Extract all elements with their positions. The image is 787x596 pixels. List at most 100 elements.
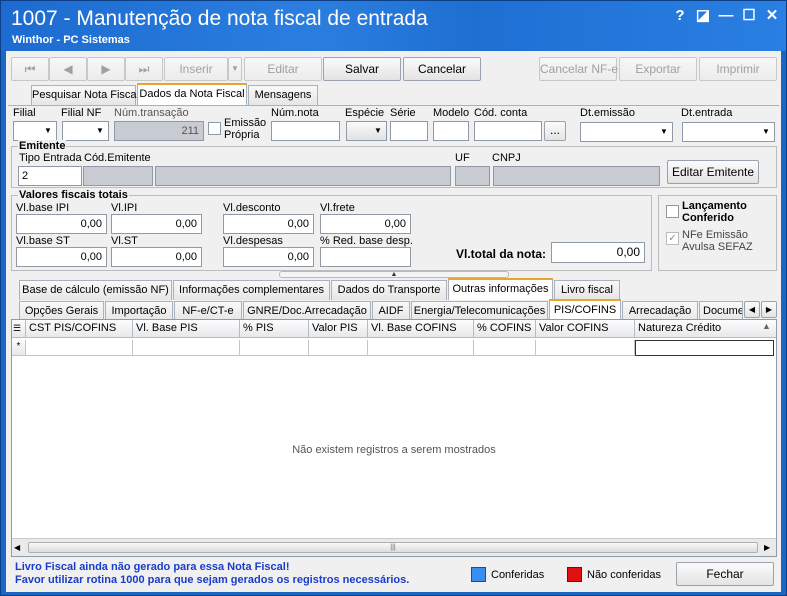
vl-frete-field[interactable]: 0,00	[320, 214, 411, 234]
fechar-button[interactable]: Fechar	[676, 562, 774, 586]
lancamento-conferido-label: Lançamento Conferido	[682, 200, 747, 224]
chevron-down-icon: ▼	[44, 126, 52, 135]
title-bar[interactable]: 1007 - Manutenção de nota fiscal de entr…	[1, 1, 786, 51]
grid-cell[interactable]	[536, 340, 635, 356]
tab-pesquisar-nota-fiscal[interactable]: Pesquisar Nota Fiscal	[31, 85, 139, 105]
vl-base-st-field[interactable]: 0,00	[16, 247, 107, 267]
modelo-label: Modelo	[433, 107, 470, 119]
tab-divider	[8, 105, 779, 106]
especie-combobox[interactable]: ▼	[346, 121, 387, 141]
inserir-button[interactable]: Inserir	[164, 57, 228, 81]
inserir-dropdown-icon[interactable]: ▼	[228, 57, 242, 81]
vl-base-ipi-field[interactable]: 0,00	[16, 214, 107, 234]
column-header[interactable]: Vl. Base COFINS	[368, 320, 474, 338]
num-nota-field[interactable]	[271, 121, 340, 141]
red-base-desp-field[interactable]	[320, 247, 411, 267]
emissao-propria-label: Emissão Própria	[224, 117, 267, 141]
tab-livro-fiscal[interactable]: Livro fiscal	[554, 280, 620, 300]
restore-icon[interactable]: ◪	[693, 6, 713, 26]
tab-base-calculo[interactable]: Base de cálculo (emissão NF)	[19, 280, 172, 300]
chevron-down-icon: ▼	[660, 127, 668, 136]
help-icon[interactable]: ?	[670, 6, 690, 26]
editar-button[interactable]: Editar	[244, 57, 322, 81]
tipo-entrada-field[interactable]: 2	[18, 166, 82, 186]
last-record-button[interactable]: ⏭	[125, 57, 163, 81]
dt-entrada-label: Dt.entrada	[681, 107, 733, 119]
column-header[interactable]: Vl. Base PIS	[133, 320, 240, 338]
cod-conta-field[interactable]	[474, 121, 542, 141]
collapse-splitter[interactable]: ▲	[279, 271, 509, 278]
horizontal-scrollbar[interactable]: ◀ ||| ▶	[12, 538, 776, 556]
cod-conta-lookup-button[interactable]: ...	[544, 121, 566, 141]
tab-aidf[interactable]: AIDF	[372, 301, 410, 321]
column-header[interactable]: Natureza Crédito	[635, 320, 776, 338]
tab-documentos[interactable]: Docume	[699, 301, 743, 321]
editar-emitente-button[interactable]: Editar Emitente	[667, 160, 759, 184]
scroll-left-icon[interactable]: ◀	[14, 543, 20, 552]
column-header[interactable]: % COFINS	[474, 320, 536, 338]
scroll-thumb[interactable]: |||	[28, 542, 758, 553]
grid-menu-icon[interactable]: ☰	[12, 320, 26, 338]
grid-cell[interactable]	[240, 340, 309, 356]
grid-cell[interactable]	[26, 340, 133, 356]
vl-desconto-field[interactable]: 0,00	[223, 214, 314, 234]
emitente-name-field	[155, 166, 451, 186]
tab-pis-cofins[interactable]: PIS/COFINS	[549, 299, 621, 321]
minimize-icon[interactable]: —	[716, 6, 736, 26]
salvar-button[interactable]: Salvar	[323, 57, 401, 81]
maximize-icon[interactable]: ☐	[739, 6, 759, 26]
vl-total-field[interactable]: 0,00	[551, 242, 645, 263]
cod-emitente-label: Cód.Emitente	[84, 152, 151, 164]
column-header[interactable]: % PIS	[240, 320, 309, 338]
vl-st-field[interactable]: 0,00	[111, 247, 202, 267]
tab-informacoes-complementares[interactable]: Informações complementares	[173, 280, 330, 300]
column-header[interactable]: CST PIS/COFINS	[26, 320, 133, 338]
tab-dados-da-nota-fiscal[interactable]: Dados da Nota Fiscal	[137, 83, 247, 105]
dt-entrada-picker[interactable]: ▼	[682, 122, 775, 142]
grid-cell[interactable]	[368, 340, 474, 356]
tab-mensagens[interactable]: Mensagens	[248, 85, 318, 105]
column-header[interactable]: Valor COFINS	[536, 320, 635, 338]
vl-despesas-label: Vl.despesas	[223, 235, 283, 247]
tabs-scroll-right-icon[interactable]: ▶	[761, 301, 777, 318]
tab-gnre[interactable]: GNRE/Doc.Arrecadação	[243, 301, 371, 321]
pis-cofins-grid[interactable]: ☰ CST PIS/COFINS Vl. Base PIS % PIS Valo…	[11, 319, 777, 557]
imprimir-button[interactable]: Imprimir	[699, 57, 777, 81]
tab-outras-informacoes[interactable]: Outras informações	[448, 278, 553, 300]
grid-cell-focused[interactable]	[635, 340, 774, 356]
tab-opcoes-gerais[interactable]: Opções Gerais	[19, 301, 104, 321]
close-icon[interactable]: ✕	[762, 6, 782, 26]
cancelar-nfe-button[interactable]: Cancelar NF-e	[539, 57, 618, 81]
tipo-entrada-label: Tipo Entrada	[19, 152, 82, 164]
chevron-down-icon: ▼	[96, 126, 104, 135]
previous-record-button[interactable]: ◀	[49, 57, 87, 81]
valores-fiscais-title: Valores fiscais totais	[18, 189, 129, 201]
grid-cell[interactable]	[309, 340, 368, 356]
emissao-propria-checkbox[interactable]	[208, 122, 221, 135]
vl-despesas-field[interactable]: 0,00	[223, 247, 314, 267]
first-record-button[interactable]: ⏮	[11, 57, 49, 81]
tabs-scroll-left-icon[interactable]: ◀	[744, 301, 760, 318]
serie-field[interactable]	[390, 121, 428, 141]
exportar-button[interactable]: Exportar	[619, 57, 697, 81]
cancelar-button[interactable]: Cancelar	[403, 57, 481, 81]
filial-nf-combobox[interactable]: ▼	[62, 121, 109, 141]
cod-emitente-field	[83, 166, 153, 186]
vl-ipi-field[interactable]: 0,00	[111, 214, 202, 234]
column-header[interactable]: Valor PIS	[309, 320, 368, 338]
lancamento-conferido-checkbox[interactable]	[666, 205, 679, 218]
scroll-right-icon[interactable]: ▶	[764, 543, 770, 552]
window-subtitle: Winthor - PC Sistemas	[12, 34, 130, 46]
tab-energia-telecom[interactable]: Energia/Telecomunicações	[411, 301, 548, 321]
tab-dados-transporte[interactable]: Dados do Transporte	[331, 280, 447, 300]
nfe-avulsa-checkbox[interactable]: ✓	[666, 232, 679, 245]
tab-importacao[interactable]: Importação	[105, 301, 173, 321]
modelo-field[interactable]	[433, 121, 469, 141]
next-record-button[interactable]: ▶	[87, 57, 125, 81]
tab-arrecadacao[interactable]: Arrecadação	[622, 301, 698, 321]
dt-emissao-picker[interactable]: ▼	[580, 122, 673, 142]
grid-cell[interactable]	[133, 340, 240, 356]
grid-cell[interactable]	[474, 340, 536, 356]
filial-combobox[interactable]: ▼	[13, 121, 57, 141]
tab-nfe-cte[interactable]: NF-e/CT-e	[174, 301, 242, 321]
